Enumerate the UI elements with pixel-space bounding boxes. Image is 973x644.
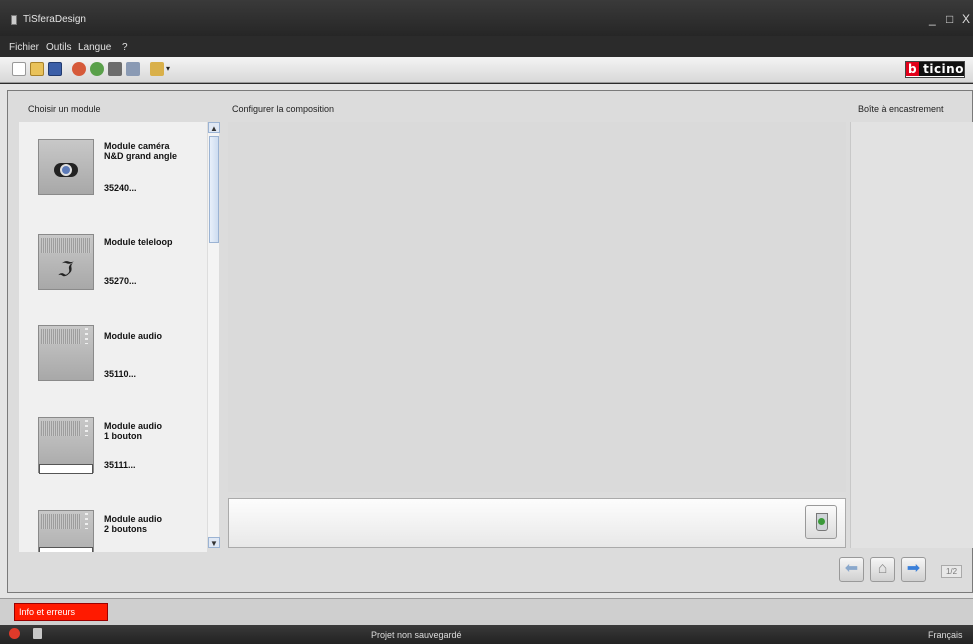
language-icon[interactable] (150, 62, 164, 76)
home-button[interactable]: ⌂ (870, 557, 895, 582)
module-name: Module audio 2 boutons (104, 514, 162, 534)
teleloop-module-image: ℑ (38, 234, 94, 290)
minimize-button[interactable]: _ (929, 13, 936, 25)
module-ref: 35240... (104, 183, 137, 193)
export-icon[interactable] (90, 62, 104, 76)
menu-fichier[interactable]: Fichier (9, 42, 39, 53)
composition-strip[interactable] (228, 498, 846, 548)
arrow-left-icon: ⬅ (844, 560, 859, 577)
composition-canvas[interactable] (228, 122, 846, 492)
list-item[interactable]: ℑ Module teleloop 35270... (19, 230, 207, 330)
bticino-logo: b ticino (905, 61, 965, 78)
module-list[interactable]: Module caméra N&D grand angle 35240... ℑ… (19, 122, 207, 552)
toolbar: ▾ b ticino (0, 57, 973, 83)
audio-module-image (38, 325, 94, 381)
page-indicator: 1/2 (941, 565, 962, 578)
module-ref: 35111... (104, 460, 136, 470)
document-status-icon[interactable] (33, 628, 42, 639)
close-button[interactable]: X (962, 13, 970, 25)
audio-2-buttons-module-image (38, 510, 94, 552)
title-bar: TiSferaDesign _ □ X (0, 0, 973, 36)
module-ref: 35270... (104, 276, 137, 286)
new-file-icon[interactable] (12, 62, 26, 76)
home-icon: ⌂ (877, 560, 888, 577)
list-item[interactable]: Module caméra N&D grand angle 35240... (19, 134, 207, 234)
maximize-button[interactable]: □ (946, 13, 953, 25)
import-icon[interactable] (72, 62, 86, 76)
menu-outils[interactable]: Outils (46, 42, 72, 53)
module-name: Module teleloop (104, 237, 173, 247)
module-name: Module audio (104, 331, 162, 341)
ear-icon: ℑ (57, 259, 71, 281)
settings-icon[interactable] (108, 62, 122, 76)
scroll-thumb[interactable] (209, 136, 219, 243)
module-name: Module caméra N&D grand angle (104, 141, 178, 161)
scroll-up-icon[interactable]: ▲ (208, 122, 220, 133)
modules-panel-title: Choisir un module (28, 104, 101, 114)
print-icon[interactable] (126, 62, 140, 76)
back-button[interactable]: ⬅ (839, 557, 864, 582)
compose-panel-title: Configurer la composition (232, 104, 335, 114)
save-icon[interactable] (48, 62, 62, 76)
error-status-icon[interactable] (9, 628, 20, 639)
save-status-text: Projet non sauvegardé (371, 630, 462, 640)
next-button[interactable]: ➡ (901, 557, 926, 582)
window-title: TiSferaDesign (23, 14, 86, 25)
list-item[interactable]: Module audio 2 boutons (19, 505, 207, 552)
trash-button[interactable] (805, 505, 837, 539)
box-panel (850, 122, 973, 548)
language-status-text[interactable]: Français (928, 630, 963, 640)
menu-langue[interactable]: Langue (78, 42, 111, 53)
module-name: Module audio 1 bouton (104, 421, 162, 441)
list-item[interactable]: Module audio 35110... (19, 322, 207, 422)
module-list-scrollbar[interactable]: ▲ ▼ (207, 122, 220, 548)
menu-bar: Fichier Outils Langue ? (0, 38, 973, 56)
box-panel-title: Boîte à encastrement (858, 104, 944, 114)
arrow-right-icon: ➡ (906, 560, 921, 577)
module-ref: 35110... (104, 369, 137, 379)
error-bar: Info et erreurs (0, 598, 973, 625)
dropdown-arrow-icon[interactable]: ▾ (166, 62, 174, 76)
list-item[interactable]: Module audio 1 bouton 35111... (19, 412, 207, 512)
app-icon (11, 15, 17, 25)
scroll-down-icon[interactable]: ▼ (208, 537, 220, 548)
audio-1-button-module-image (38, 417, 94, 474)
camera-module-image (38, 139, 94, 195)
status-bar: Projet non sauvegardé Français (0, 625, 973, 644)
recycle-icon (818, 518, 825, 525)
open-folder-icon[interactable] (30, 62, 44, 76)
info-errors-button[interactable]: Info et erreurs (14, 603, 108, 621)
menu-help[interactable]: ? (122, 42, 128, 53)
